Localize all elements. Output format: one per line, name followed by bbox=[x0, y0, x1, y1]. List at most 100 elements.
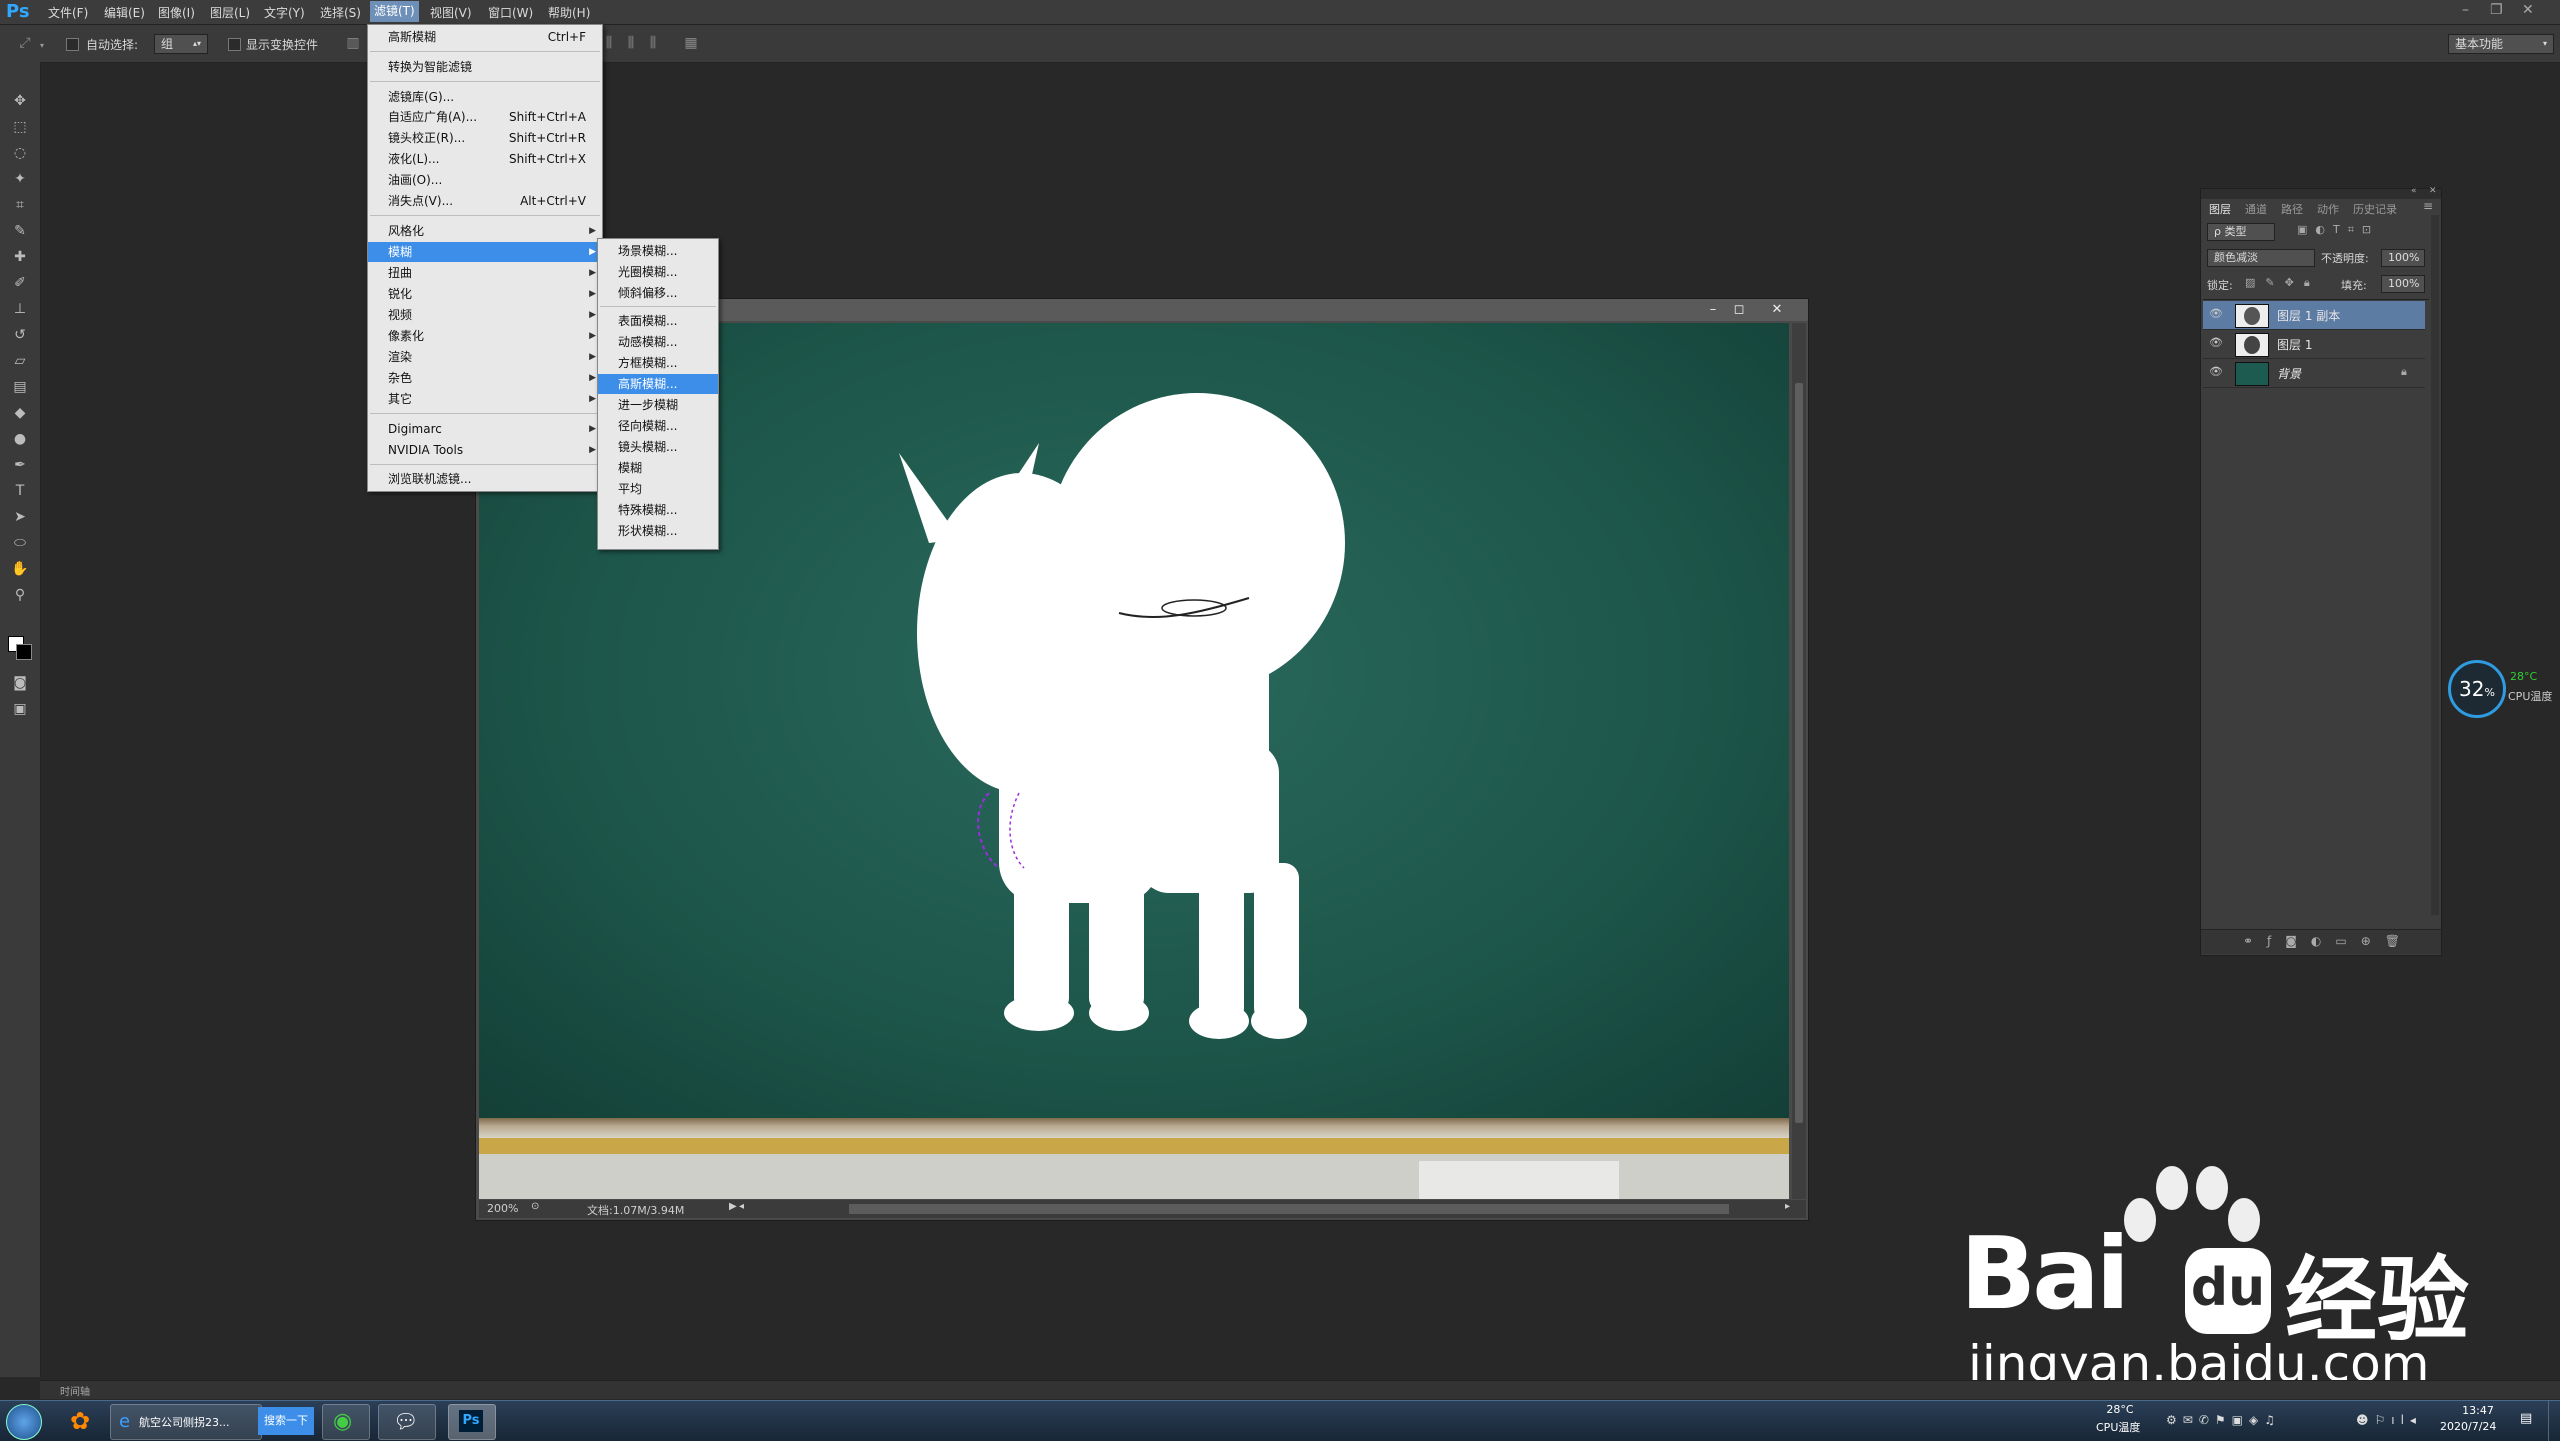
doc-maximize-icon[interactable]: ◻ bbox=[1728, 301, 1750, 319]
zoom-level[interactable]: 200% bbox=[487, 1202, 518, 1215]
cpu-usage-gauge[interactable]: 32% bbox=[2448, 660, 2506, 718]
move-tool-icon[interactable]: ✥ bbox=[8, 90, 32, 112]
horizontal-scroll-thumb[interactable] bbox=[849, 1204, 1729, 1214]
pen-tool-icon[interactable]: ✒ bbox=[8, 454, 32, 476]
panel-menu-icon[interactable]: ≡ bbox=[2423, 199, 2433, 213]
taskbar-ie-window[interactable]: e 航空公司侧拐23... bbox=[110, 1404, 262, 1440]
timeline-panel[interactable]: 时间轴 bbox=[40, 1380, 2560, 1399]
move-tool-icon[interactable]: ⤢ bbox=[16, 34, 34, 52]
gradient-tool-icon[interactable]: ▤ bbox=[8, 376, 32, 398]
menu-item-vanishing-point[interactable]: 消失点(V)... Alt+Ctrl+V bbox=[368, 191, 602, 211]
history-brush-icon[interactable]: ↺ bbox=[8, 324, 32, 346]
zoom-tool-icon[interactable]: ⚲ bbox=[8, 584, 32, 606]
taskbar-photoshop[interactable]: Ps bbox=[448, 1404, 496, 1440]
scroll-right-icon[interactable]: ▸ bbox=[1785, 1201, 1790, 1212]
lock-icons[interactable]: ▨✎✥🔒︎ bbox=[2245, 276, 2320, 290]
submenu-item-field-blur[interactable]: 场景模糊... bbox=[598, 241, 718, 261]
layers-scrollbar[interactable] bbox=[2431, 215, 2439, 915]
menu-item-adaptive-wide-angle[interactable]: 自适应广角(A)... Shift+Ctrl+A bbox=[368, 107, 602, 127]
layer-filter-icons[interactable]: ▣◐T⌗⊡ bbox=[2297, 223, 2379, 237]
menu-item-smart-filter[interactable]: 转换为智能滤镜 bbox=[368, 57, 602, 77]
blend-mode-dropdown[interactable]: 颜色减淡 bbox=[2207, 249, 2315, 267]
marquee-tool-icon[interactable]: ⬚ bbox=[8, 116, 32, 138]
submenu-item-shape-blur[interactable]: 形状模糊... bbox=[598, 521, 718, 541]
layer-row[interactable]: 👁︎ 图层 1 副本 bbox=[2203, 301, 2425, 330]
vertical-scroll-thumb[interactable] bbox=[1795, 383, 1803, 1123]
background-color-swatch[interactable] bbox=[16, 644, 32, 660]
show-desktop-button[interactable] bbox=[2548, 1401, 2560, 1441]
menu-item-noise[interactable]: 杂色 ▶ bbox=[368, 368, 602, 388]
menu-item-pixelate[interactable]: 像素化 ▶ bbox=[368, 326, 602, 346]
auto-align-icon[interactable]: ▦ bbox=[682, 34, 700, 52]
tab-layers[interactable]: 图层 bbox=[2209, 201, 2231, 217]
submenu-item-box-blur[interactable]: 方框模糊... bbox=[598, 353, 718, 373]
show-transform-checkbox[interactable] bbox=[228, 38, 241, 51]
search-button[interactable]: 搜索一下 bbox=[258, 1407, 314, 1435]
action-center-icon[interactable]: ▤ bbox=[2520, 1411, 2538, 1429]
tool-preset-chevron-icon[interactable]: ▾ bbox=[40, 41, 44, 50]
menu-item-blur[interactable]: 模糊 ▶ bbox=[368, 242, 602, 262]
vertical-scrollbar[interactable] bbox=[1792, 323, 1806, 1199]
close-icon[interactable]: ✕ bbox=[2522, 2, 2534, 18]
submenu-item-blur[interactable]: 模糊 bbox=[598, 458, 718, 478]
tab-paths[interactable]: 路径 bbox=[2281, 201, 2303, 217]
menu-item-stylize[interactable]: 风格化 ▶ bbox=[368, 221, 602, 241]
blur-tool-icon[interactable]: ◆ bbox=[8, 402, 32, 424]
submenu-item-lens-blur[interactable]: 镜头模糊... bbox=[598, 437, 718, 457]
menu-item-last-filter[interactable]: 高斯模糊 Ctrl+F bbox=[368, 27, 602, 47]
auto-select-checkbox[interactable] bbox=[66, 38, 79, 51]
menu-help[interactable]: 帮助(H) bbox=[544, 4, 594, 21]
dodge-tool-icon[interactable]: ● bbox=[8, 428, 32, 450]
menu-image[interactable]: 图像(I) bbox=[154, 4, 199, 21]
submenu-item-blur-more[interactable]: 进一步模糊 bbox=[598, 395, 718, 415]
hand-tool-icon[interactable]: ✋ bbox=[8, 558, 32, 580]
layer-filter-kind[interactable]: ρ 类型 bbox=[2207, 223, 2275, 241]
menu-file[interactable]: 文件(F) bbox=[44, 4, 92, 21]
menu-select[interactable]: 选择(S) bbox=[316, 4, 365, 21]
type-tool-icon[interactable]: T bbox=[8, 480, 32, 502]
submenu-item-radial-blur[interactable]: 径向模糊... bbox=[598, 416, 718, 436]
submenu-item-smart-blur[interactable]: 特殊模糊... bbox=[598, 500, 718, 520]
layer-name[interactable]: 背景 bbox=[2277, 365, 2301, 382]
menu-item-lens-correction[interactable]: 镜头校正(R)... Shift+Ctrl+R bbox=[368, 128, 602, 148]
stamp-tool-icon[interactable]: ⊥ bbox=[8, 298, 32, 320]
quick-mask-icon[interactable]: ◙ bbox=[8, 672, 32, 694]
visibility-eye-icon[interactable]: 👁︎ bbox=[2209, 365, 2223, 379]
healing-brush-icon[interactable]: ✚ bbox=[8, 246, 32, 268]
pinwheel-app-icon[interactable]: ✿ bbox=[66, 1407, 94, 1435]
screen-mode-icon[interactable]: ▣ bbox=[8, 698, 32, 720]
eyedropper-icon[interactable]: ✎ bbox=[8, 220, 32, 242]
layer-name[interactable]: 图层 1 副本 bbox=[2277, 307, 2340, 324]
path-select-icon[interactable]: ➤ bbox=[8, 506, 32, 528]
menu-item-filter-gallery[interactable]: 滤镜库(G)... bbox=[368, 87, 602, 107]
layer-row[interactable]: 👁︎ 图层 1 bbox=[2203, 330, 2425, 359]
auto-select-dropdown[interactable]: 组 ▴▾ bbox=[154, 34, 208, 54]
submenu-item-tilt-shift[interactable]: 倾斜偏移... bbox=[598, 283, 718, 303]
status-icon[interactable]: ⊙ bbox=[531, 1201, 539, 1212]
distribute-right-icon[interactable]: ⫼ bbox=[644, 34, 662, 52]
menu-item-browse-filters[interactable]: 浏览联机滤镜... bbox=[368, 469, 602, 489]
menu-view[interactable]: 视图(V) bbox=[426, 4, 476, 21]
doc-minimize-icon[interactable]: – bbox=[1702, 301, 1724, 319]
shape-tool-icon[interactable]: ⬭ bbox=[8, 532, 32, 554]
submenu-item-surface-blur[interactable]: 表面模糊... bbox=[598, 311, 718, 331]
menu-window[interactable]: 窗口(W) bbox=[484, 4, 537, 21]
menu-item-digimarc[interactable]: Digimarc ▶ bbox=[368, 419, 602, 439]
submenu-item-motion-blur[interactable]: 动感模糊... bbox=[598, 332, 718, 352]
tray-status-icons[interactable]: ☻⚐ıl◂ bbox=[2356, 1413, 2422, 1427]
opacity-input[interactable]: 100% bbox=[2381, 249, 2425, 267]
tab-actions[interactable]: 动作 bbox=[2317, 201, 2339, 217]
menu-item-liquify[interactable]: 液化(L)... Shift+Ctrl+X bbox=[368, 149, 602, 169]
submenu-item-average[interactable]: 平均 bbox=[598, 479, 718, 499]
distribute-center-icon[interactable]: ⫼ bbox=[622, 34, 640, 52]
menu-item-other[interactable]: 其它 ▶ bbox=[368, 389, 602, 409]
menu-type[interactable]: 文字(Y) bbox=[260, 4, 309, 21]
restore-icon[interactable]: ❐ bbox=[2490, 2, 2503, 18]
eraser-tool-icon[interactable]: ▱ bbox=[8, 350, 32, 372]
brush-tool-icon[interactable]: ✐ bbox=[8, 272, 32, 294]
menu-item-oil-paint[interactable]: 油画(O)... bbox=[368, 170, 602, 190]
clock-date[interactable]: 2020/7/24 bbox=[2440, 1420, 2496, 1433]
layer-name[interactable]: 图层 1 bbox=[2277, 336, 2312, 353]
menu-layer[interactable]: 图层(L) bbox=[206, 4, 254, 21]
menu-edit[interactable]: 编辑(E) bbox=[100, 4, 149, 21]
